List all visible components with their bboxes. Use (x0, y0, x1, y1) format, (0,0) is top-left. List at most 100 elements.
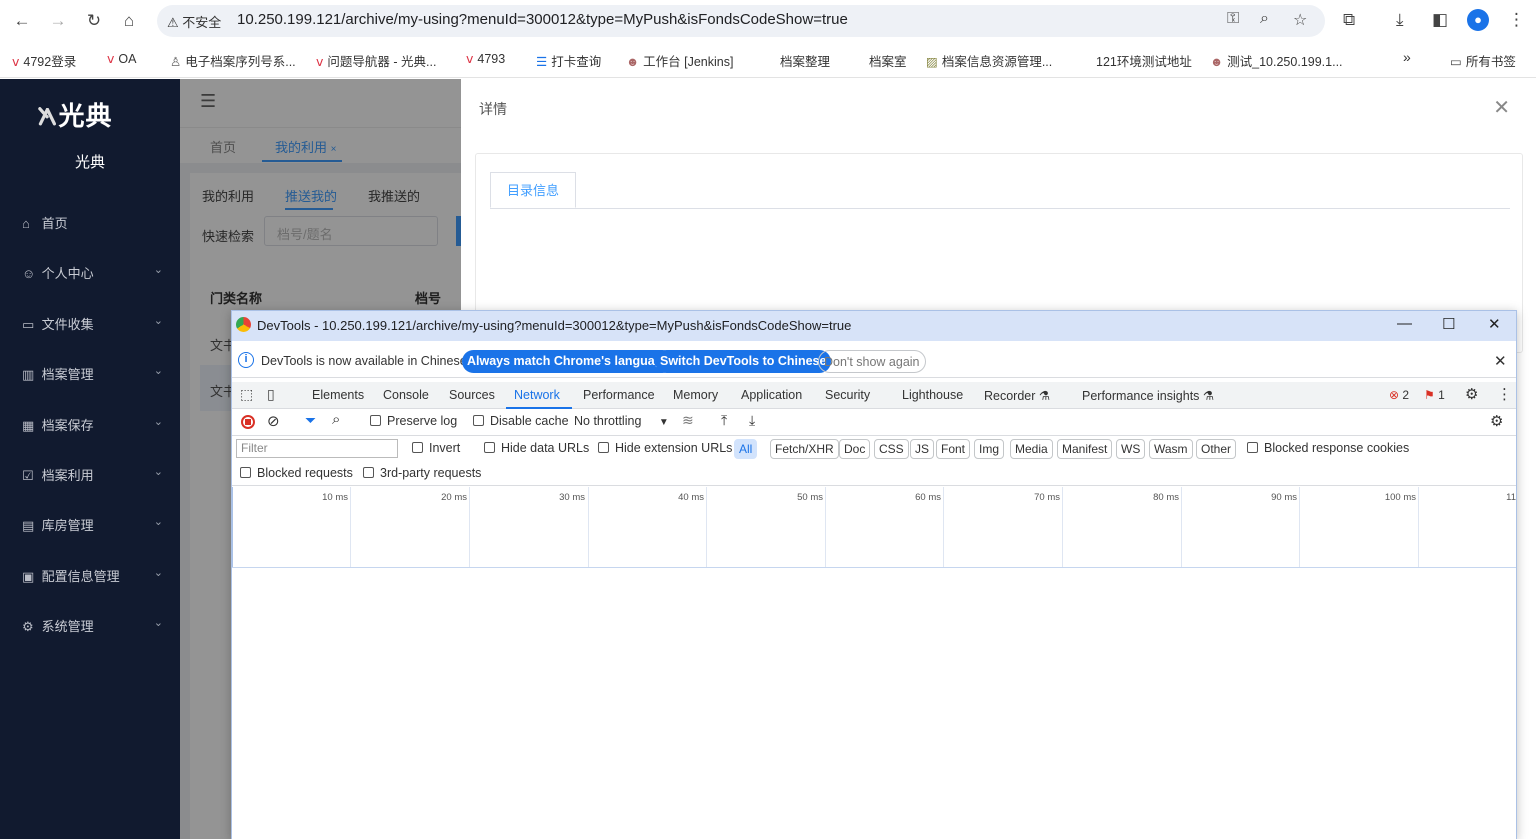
bookmark-item[interactable]: 档案整理 (780, 51, 830, 70)
dont-show-again-button[interactable]: Don't show again (818, 350, 926, 373)
type-filter-media[interactable]: Media (1010, 439, 1053, 459)
side-panel-icon[interactable]: ◧ (1432, 10, 1448, 30)
type-filter-img[interactable]: Img (974, 439, 1005, 459)
bookmark-item[interactable]: ⅴ 4793 (466, 51, 505, 66)
tab-sources[interactable]: Sources (449, 388, 495, 402)
import-har-icon[interactable]: ⤒ (721, 412, 727, 429)
not-secure-indicator[interactable]: ⚠ 不安全 (167, 12, 221, 31)
checkbox[interactable] (598, 442, 609, 453)
bookmark-item[interactable]: ☻ 测试_10.250.199.1... (1210, 51, 1343, 70)
bookmark-item[interactable]: ⅴ 问题导航器 - 光典... (316, 51, 436, 70)
close-icon[interactable]: ✕ (1494, 352, 1507, 370)
hide-data-urls-checkbox[interactable]: Hide data URLs (484, 441, 589, 455)
checkbox[interactable] (412, 442, 423, 453)
profile-avatar[interactable]: ● (1467, 9, 1489, 31)
throttling-select[interactable]: No throttling ▼ (574, 414, 669, 428)
tab-performance-insights[interactable]: Performance insights ⚗ (1082, 388, 1214, 403)
download-icon[interactable]: ⤓ (1396, 10, 1404, 30)
menu-item-system[interactable]: ⚙ 系统管理 ⌄ (22, 616, 167, 635)
disable-cache-checkbox[interactable]: Disable cache (473, 414, 569, 428)
menu-item-archive-manage[interactable]: ▥ 档案管理 ⌄ (22, 364, 167, 383)
filter-funnel-icon[interactable]: ⏷ (305, 412, 316, 429)
menu-item-archive-use[interactable]: ☑ 档案利用 ⌄ (22, 465, 167, 484)
checkbox[interactable] (484, 442, 495, 453)
minimize-icon[interactable]: — (1397, 315, 1412, 332)
address-bar[interactable]: ⚠ 不安全 10.250.199.121/archive/my-using?me… (157, 5, 1325, 37)
tab-network[interactable]: Network (514, 388, 560, 402)
menu-item-warehouse[interactable]: ▤ 库房管理 ⌄ (22, 515, 167, 534)
inspect-element-icon[interactable]: ⬚ (240, 386, 253, 403)
reload-icon[interactable]: ↻ (82, 9, 106, 33)
type-filter-css[interactable]: CSS (874, 439, 909, 459)
bookmark-item[interactable]: ▨ 档案信息资源管理... (926, 51, 1052, 70)
checkbox[interactable] (370, 415, 381, 426)
menu-item-archive-save[interactable]: ▦ 档案保存 ⌄ (22, 415, 167, 434)
tab-application[interactable]: Application (741, 388, 802, 402)
all-bookmarks-button[interactable]: ▭ 所有书签 (1450, 51, 1516, 70)
menu-item-personal[interactable]: ☺ 个人中心 ⌄ (22, 263, 167, 282)
type-filter-font[interactable]: Font (936, 439, 971, 459)
search-icon[interactable]: ⌕ (332, 411, 340, 428)
bookmark-item[interactable]: 档案室 (869, 51, 907, 70)
type-filter-manifest[interactable]: Manifest (1057, 439, 1113, 459)
tab-recorder[interactable]: Recorder ⚗ (984, 388, 1050, 403)
tab-catalog-info[interactable]: 目录信息 (490, 172, 576, 208)
checkbox[interactable] (473, 415, 484, 426)
device-toolbar-icon[interactable]: ▯ (267, 386, 275, 403)
checkbox[interactable] (240, 467, 251, 478)
bookmark-item[interactable]: ♙ 电子档案序列号系... (170, 51, 296, 70)
bookmark-item[interactable]: ⅴ 4792登录 (12, 51, 76, 70)
network-conditions-icon[interactable]: ≋ (682, 412, 694, 429)
blocked-requests-checkbox[interactable]: Blocked requests (240, 466, 353, 480)
type-filter-all[interactable]: All (734, 439, 758, 459)
bookmark-item[interactable]: ⅴ OA (107, 51, 136, 66)
tab-elements[interactable]: Elements (312, 388, 364, 402)
tab-lighthouse[interactable]: Lighthouse (902, 388, 963, 402)
tab-performance[interactable]: Performance (583, 388, 655, 402)
hide-extension-urls-checkbox[interactable]: Hide extension URLs (598, 441, 732, 455)
key-icon[interactable]: ⚿ (1227, 10, 1239, 28)
switch-to-chinese-button[interactable]: Switch DevTools to Chinese (655, 350, 832, 373)
close-icon[interactable]: ✕ (1493, 95, 1510, 120)
maximize-icon[interactable]: ☐ (1442, 315, 1455, 333)
home-icon[interactable]: ⌂ (117, 9, 141, 33)
bookmark-item[interactable]: ☻ 工作台 [Jenkins] (626, 51, 733, 70)
always-match-language-button[interactable]: Always match Chrome's language (462, 350, 675, 373)
bookmark-item[interactable]: 121环境测试地址 (1096, 51, 1192, 70)
network-timeline-overview[interactable]: 10 ms 20 ms 30 ms 40 ms 50 ms 60 ms 70 m… (232, 487, 1516, 568)
type-filter-doc[interactable]: Doc (839, 439, 871, 459)
more-kebab-icon[interactable]: ⋮ (1497, 385, 1512, 403)
close-icon[interactable]: ✕ (1488, 315, 1501, 333)
url-text[interactable]: 10.250.199.121/archive/my-using?menuId=3… (237, 11, 848, 28)
record-stop-icon[interactable] (241, 415, 255, 429)
checkbox[interactable] (363, 467, 374, 478)
menu-item-collect[interactable]: ▭ 文件收集 ⌄ (22, 314, 167, 333)
filter-input[interactable]: Filter (236, 439, 398, 458)
zoom-icon[interactable]: ⌕ (1260, 10, 1269, 28)
export-har-icon[interactable]: ⤓ (749, 412, 755, 429)
type-filter-fetch-xhr[interactable]: Fetch/XHR (770, 439, 839, 459)
back-arrow-icon[interactable]: ← (10, 9, 34, 33)
type-filter-wasm[interactable]: Wasm (1149, 439, 1193, 459)
issue-counter[interactable]: ⚑ 1 (1424, 388, 1445, 402)
third-party-requests-checkbox[interactable]: 3rd-party requests (363, 466, 481, 480)
tab-security[interactable]: Security (825, 388, 870, 402)
forward-arrow-icon[interactable]: → (46, 9, 70, 33)
network-settings-gear-icon[interactable]: ⚙ (1490, 412, 1503, 430)
menu-item-config[interactable]: ▣ 配置信息管理 ⌄ (22, 566, 167, 585)
invert-checkbox[interactable]: Invert (412, 441, 460, 455)
type-filter-other[interactable]: Other (1196, 439, 1237, 459)
checkbox[interactable] (1247, 442, 1258, 453)
type-filter-ws[interactable]: WS (1116, 439, 1146, 459)
tab-console[interactable]: Console (383, 388, 429, 402)
clear-icon[interactable]: ⊘ (267, 412, 280, 430)
bookmark-item[interactable]: ☰ 打卡查询 (536, 51, 601, 70)
bookmarks-overflow-button[interactable]: » (1403, 49, 1411, 65)
blocked-response-cookies-checkbox[interactable]: Blocked response cookies (1247, 441, 1409, 455)
extensions-icon[interactable]: ⧉ (1343, 10, 1355, 30)
type-filter-js[interactable]: JS (910, 439, 935, 459)
menu-item-home[interactable]: ⌂ 首页 (22, 213, 167, 232)
preserve-log-checkbox[interactable]: Preserve log (370, 414, 457, 428)
tab-memory[interactable]: Memory (673, 388, 718, 402)
star-icon[interactable]: ☆ (1293, 10, 1307, 30)
